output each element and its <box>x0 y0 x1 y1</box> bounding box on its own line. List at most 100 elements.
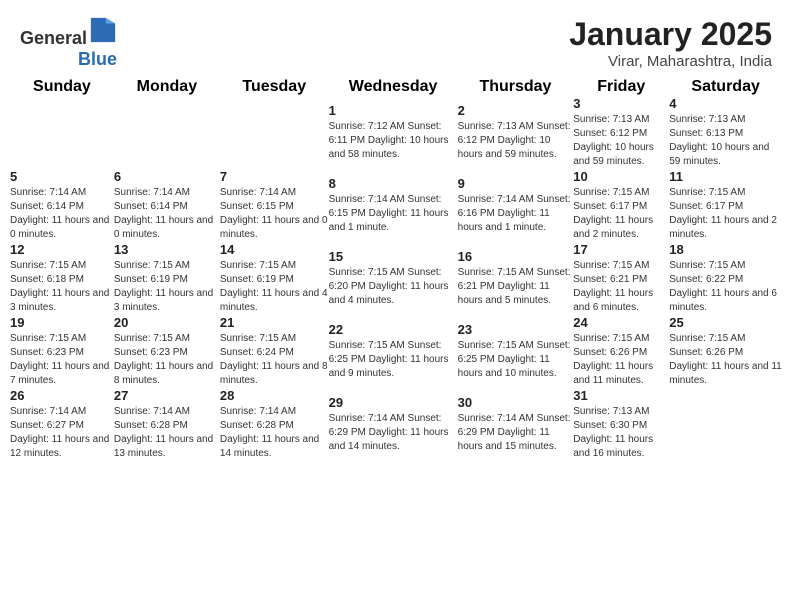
day-info: Sunrise: 7:14 AM Sunset: 6:28 PM Dayligh… <box>220 405 329 461</box>
calendar-cell: 23 Sunrise: 7:15 AM Sunset: 6:25 PM Dayli… <box>458 315 574 388</box>
calendar-cell: 25Sunrise: 7:15 AM Sunset: 6:26 PM Dayli… <box>669 315 782 388</box>
day-number: 1 <box>329 103 458 118</box>
day-info: Sunrise: 7:14 AM Sunset: 6:15 PM Dayligh… <box>329 193 458 235</box>
calendar-table: SundayMondayTuesdayWednesdayThursdayFrid… <box>10 78 782 461</box>
calendar-cell: 1 Sunrise: 7:12 AM Sunset: 6:11 PM Daylig… <box>329 96 458 169</box>
calendar-cell: 7Sunrise: 7:14 AM Sunset: 6:15 PM Daylig… <box>220 169 329 242</box>
day-of-week-wednesday: Wednesday <box>329 78 458 96</box>
calendar-cell: 20 Sunrise: 7:15 AM Sunset: 6:23 PM Dayli… <box>114 315 220 388</box>
day-info: Sunrise: 7:14 AM Sunset: 6:28 PM Dayligh… <box>114 405 220 461</box>
calendar-week-4: 19Sunrise: 7:15 AM Sunset: 6:23 PM Dayli… <box>10 315 782 388</box>
calendar-cell: 15 Sunrise: 7:15 AM Sunset: 6:20 PM Dayli… <box>329 242 458 315</box>
calendar-cell: 19Sunrise: 7:15 AM Sunset: 6:23 PM Dayli… <box>10 315 114 388</box>
day-info: Sunrise: 7:13 AM Sunset: 6:30 PM Dayligh… <box>573 405 669 461</box>
day-info: Sunrise: 7:15 AM Sunset: 6:21 PM Dayligh… <box>573 259 669 315</box>
day-number: 16 <box>458 249 574 264</box>
day-of-week-friday: Friday <box>573 78 669 96</box>
calendar-week-5: 26Sunrise: 7:14 AM Sunset: 6:27 PM Dayli… <box>10 388 782 461</box>
day-number: 21 <box>220 315 329 330</box>
day-number: 4 <box>669 96 782 111</box>
calendar-body: 1 Sunrise: 7:12 AM Sunset: 6:11 PM Daylig… <box>10 96 782 461</box>
day-number: 25 <box>669 315 782 330</box>
day-info: Sunrise: 7:15 AM Sunset: 6:17 PM Dayligh… <box>669 186 782 242</box>
page-header: General Blue January 2025 Virar, Maharas… <box>0 0 792 78</box>
calendar-cell: 3 Sunrise: 7:13 AM Sunset: 6:12 PM Daylig… <box>573 96 669 169</box>
day-info: Sunrise: 7:15 AM Sunset: 6:25 PM Dayligh… <box>458 339 574 381</box>
day-number: 18 <box>669 242 782 257</box>
calendar-cell: 12Sunrise: 7:15 AM Sunset: 6:18 PM Dayli… <box>10 242 114 315</box>
day-of-week-thursday: Thursday <box>458 78 574 96</box>
day-number: 12 <box>10 242 114 257</box>
day-number: 8 <box>329 176 458 191</box>
day-number: 20 <box>114 315 220 330</box>
day-info: Sunrise: 7:15 AM Sunset: 6:22 PM Dayligh… <box>669 259 782 315</box>
day-number: 22 <box>329 322 458 337</box>
calendar-cell: 9 Sunrise: 7:14 AM Sunset: 6:16 PM Daylig… <box>458 169 574 242</box>
day-info: Sunrise: 7:14 AM Sunset: 6:29 PM Dayligh… <box>329 412 458 454</box>
calendar-cell: 29 Sunrise: 7:14 AM Sunset: 6:29 PM Dayli… <box>329 388 458 461</box>
calendar-week-2: 5Sunrise: 7:14 AM Sunset: 6:14 PM Daylig… <box>10 169 782 242</box>
month-title: January 2025 <box>569 16 772 53</box>
day-number: 5 <box>10 169 114 184</box>
calendar-cell: 21 Sunrise: 7:15 AM Sunset: 6:24 PM Dayli… <box>220 315 329 388</box>
calendar-header: SundayMondayTuesdayWednesdayThursdayFrid… <box>10 78 782 96</box>
day-number: 3 <box>573 96 669 111</box>
location: Virar, Maharashtra, India <box>569 53 772 70</box>
calendar-cell: 13 Sunrise: 7:15 AM Sunset: 6:19 PM Dayli… <box>114 242 220 315</box>
day-number: 23 <box>458 322 574 337</box>
day-number: 11 <box>669 169 782 184</box>
day-of-week-monday: Monday <box>114 78 220 96</box>
day-number: 9 <box>458 176 574 191</box>
day-info: Sunrise: 7:15 AM Sunset: 6:23 PM Dayligh… <box>114 332 220 388</box>
day-info: Sunrise: 7:15 AM Sunset: 6:19 PM Dayligh… <box>114 259 220 315</box>
day-info: Sunrise: 7:13 AM Sunset: 6:13 PM Dayligh… <box>669 113 782 169</box>
day-info: Sunrise: 7:12 AM Sunset: 6:11 PM Dayligh… <box>329 120 458 162</box>
calendar-cell <box>220 96 329 169</box>
day-info: Sunrise: 7:15 AM Sunset: 6:21 PM Dayligh… <box>458 266 574 308</box>
day-number: 19 <box>10 315 114 330</box>
calendar-cell: 11 Sunrise: 7:15 AM Sunset: 6:17 PM Dayli… <box>669 169 782 242</box>
day-number: 14 <box>220 242 329 257</box>
calendar-cell: 31 Sunrise: 7:13 AM Sunset: 6:30 PM Dayli… <box>573 388 669 461</box>
calendar-cell <box>10 96 114 169</box>
day-info: Sunrise: 7:13 AM Sunset: 6:12 PM Dayligh… <box>458 120 574 162</box>
calendar-cell: 17 Sunrise: 7:15 AM Sunset: 6:21 PM Dayli… <box>573 242 669 315</box>
day-number: 10 <box>573 169 669 184</box>
logo: General Blue <box>20 16 117 70</box>
day-number: 29 <box>329 395 458 410</box>
day-info: Sunrise: 7:14 AM Sunset: 6:16 PM Dayligh… <box>458 193 574 235</box>
day-of-week-tuesday: Tuesday <box>220 78 329 96</box>
day-info: Sunrise: 7:15 AM Sunset: 6:26 PM Dayligh… <box>573 332 669 388</box>
day-number: 28 <box>220 388 329 403</box>
calendar-cell: 28 Sunrise: 7:14 AM Sunset: 6:28 PM Dayli… <box>220 388 329 461</box>
day-info: Sunrise: 7:15 AM Sunset: 6:24 PM Dayligh… <box>220 332 329 388</box>
logo-blue-text: Blue <box>78 49 117 70</box>
day-number: 2 <box>458 103 574 118</box>
day-number: 31 <box>573 388 669 403</box>
day-info: Sunrise: 7:14 AM Sunset: 6:14 PM Dayligh… <box>114 186 220 242</box>
calendar-week-1: 1 Sunrise: 7:12 AM Sunset: 6:11 PM Daylig… <box>10 96 782 169</box>
title-area: January 2025 Virar, Maharashtra, India <box>569 16 772 70</box>
calendar-cell <box>669 388 782 461</box>
calendar-cell: 22 Sunrise: 7:15 AM Sunset: 6:25 PM Dayli… <box>329 315 458 388</box>
calendar-wrapper: SundayMondayTuesdayWednesdayThursdayFrid… <box>0 78 792 471</box>
calendar-cell: 5 Sunrise: 7:14 AM Sunset: 6:14 PM Daylig… <box>10 169 114 242</box>
day-info: Sunrise: 7:14 AM Sunset: 6:14 PM Dayligh… <box>10 186 114 242</box>
day-info: Sunrise: 7:13 AM Sunset: 6:12 PM Dayligh… <box>573 113 669 169</box>
logo-general-text: General <box>20 28 87 48</box>
calendar-cell: 26Sunrise: 7:14 AM Sunset: 6:27 PM Dayli… <box>10 388 114 461</box>
day-of-week-sunday: Sunday <box>10 78 114 96</box>
day-number: 15 <box>329 249 458 264</box>
calendar-cell: 8 Sunrise: 7:14 AM Sunset: 6:15 PM Daylig… <box>329 169 458 242</box>
day-info: Sunrise: 7:15 AM Sunset: 6:25 PM Dayligh… <box>329 339 458 381</box>
day-number: 13 <box>114 242 220 257</box>
day-number: 6 <box>114 169 220 184</box>
day-number: 27 <box>114 388 220 403</box>
logo-icon <box>89 16 117 44</box>
day-info: Sunrise: 7:14 AM Sunset: 6:15 PM Dayligh… <box>220 186 329 242</box>
calendar-cell: 24Sunrise: 7:15 AM Sunset: 6:26 PM Dayli… <box>573 315 669 388</box>
day-number: 26 <box>10 388 114 403</box>
day-info: Sunrise: 7:15 AM Sunset: 6:20 PM Dayligh… <box>329 266 458 308</box>
day-number: 17 <box>573 242 669 257</box>
day-number: 30 <box>458 395 574 410</box>
